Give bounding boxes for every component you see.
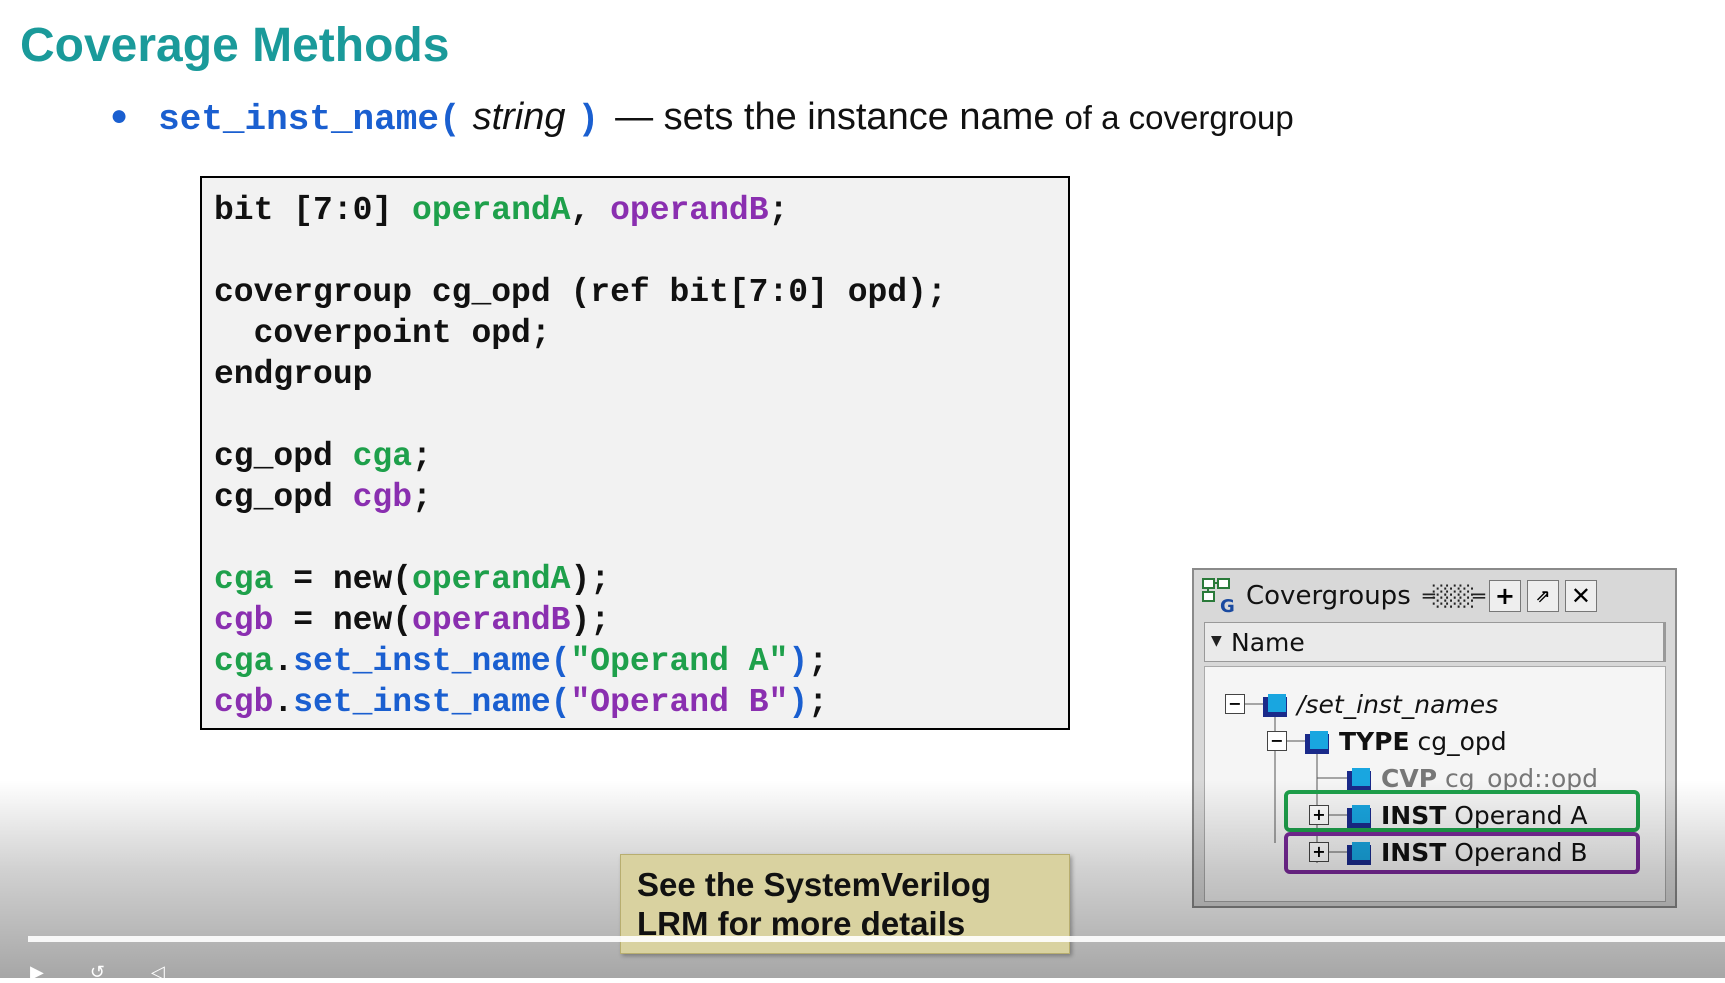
code-line: cg_opd cga;	[214, 436, 1056, 477]
add-button[interactable]: +	[1488, 580, 1521, 612]
code-line: covergroup cg_opd (ref bit[7:0] opd);	[214, 274, 947, 311]
tree-row-root[interactable]: − /set_inst_names	[1225, 687, 1498, 721]
svg-text:G: G	[1220, 596, 1235, 614]
code-token: cga	[352, 438, 413, 475]
tree-label: /set_inst_names	[1297, 689, 1499, 719]
highlight-operand-b	[1284, 832, 1640, 874]
collapse-icon[interactable]: −	[1267, 731, 1287, 751]
code-token: cga	[214, 561, 274, 598]
code-line: cg_opd cgb;	[214, 477, 1056, 518]
code-token: operandA	[412, 561, 571, 598]
code-token: cg_opd	[214, 479, 353, 516]
code-line: cgb = new(operandB);	[214, 600, 1056, 641]
code-line: cga.set_inst_name("Operand A");	[214, 641, 1056, 682]
close-button[interactable]: ✕	[1564, 580, 1597, 612]
slide-title: Coverage Methods	[20, 19, 450, 72]
code-token: .	[273, 643, 294, 680]
code-line: coverpoint opd;	[214, 315, 551, 352]
sort-arrow-icon[interactable]: ▼	[1211, 633, 1229, 651]
video-progress-bar[interactable]	[28, 936, 1725, 942]
covergroups-icon: G	[1202, 578, 1240, 617]
method-arg: string	[472, 96, 566, 138]
column-header-name[interactable]: ▼ Name	[1204, 622, 1666, 662]
code-token: set_inst_name(	[293, 684, 571, 721]
method-bullet: ● set_inst_name( string ) — sets the ins…	[110, 96, 1294, 146]
column-label: Name	[1231, 627, 1305, 657]
code-token: );	[570, 602, 611, 639]
code-token: cg_opd	[214, 438, 353, 475]
code-token: cga	[214, 643, 274, 680]
code-token: "Operand A"	[570, 643, 789, 680]
collapse-icon[interactable]: −	[1225, 694, 1245, 714]
code-token: operandB	[610, 192, 769, 229]
method-name: set_inst_name(	[158, 99, 461, 140]
code-line: cgb.set_inst_name("Operand B");	[214, 682, 1056, 723]
replay-icon[interactable]: ↺	[90, 962, 105, 983]
code-token: .	[273, 684, 294, 721]
code-token: )	[788, 643, 809, 680]
panel-title: Covergroups	[1246, 581, 1411, 611]
code-token: operandA	[412, 192, 571, 229]
code-token: ;	[768, 192, 789, 229]
code-token: cgb	[352, 479, 413, 516]
method-description-tail: of a covergroup	[1064, 99, 1294, 136]
volume-icon[interactable]: ◁	[151, 962, 165, 983]
code-token: ;	[412, 438, 432, 475]
highlight-operand-a	[1284, 790, 1640, 832]
covergroup-node-icon	[1305, 728, 1331, 754]
play-icon[interactable]: ▶	[30, 962, 44, 983]
code-token: ;	[808, 643, 828, 680]
method-close-paren: )	[577, 99, 600, 140]
code-token: );	[570, 561, 611, 598]
code-line: endgroup	[214, 356, 373, 393]
code-token: "Operand B"	[570, 684, 789, 721]
tree-label: TYPE cg_opd	[1339, 726, 1507, 756]
code-token: cgb	[214, 602, 274, 639]
code-token: bit [7:0]	[214, 192, 413, 229]
code-token: )	[788, 684, 809, 721]
drag-grip-icon[interactable]: ═░░░═	[1423, 584, 1485, 608]
tree-row-type[interactable]: − TYPE cg_opd	[1267, 724, 1507, 758]
code-token: cgb	[214, 684, 274, 721]
code-token: ;	[412, 479, 432, 516]
tree-label: CVP cg_opd::opd	[1381, 763, 1599, 793]
coverpoint-node-icon	[1347, 765, 1373, 791]
code-token: = new(	[273, 561, 413, 598]
panel-header: G Covergroups ═░░░═ + ⇗ ✕	[1198, 574, 1671, 618]
code-token: ,	[570, 192, 611, 229]
code-token: set_inst_name(	[293, 643, 571, 680]
undock-button[interactable]: ⇗	[1526, 580, 1559, 612]
note-line-1: See the SystemVerilog	[637, 866, 991, 903]
code-line: cga = new(operandA);	[214, 559, 1056, 600]
code-token: = new(	[273, 602, 413, 639]
code-line: bit [7:0] operandA, operandB;	[214, 190, 1056, 231]
bullet-dot-icon: ●	[110, 99, 129, 132]
video-controls: ▶ ↺ ◁	[30, 962, 165, 983]
code-token: ;	[808, 684, 828, 721]
method-description: — sets the instance name	[615, 96, 1055, 138]
covergroup-node-icon	[1263, 691, 1289, 717]
code-token: operandB	[412, 602, 571, 639]
code-listing: bit [7:0] operandA, operandB; covergroup …	[200, 176, 1070, 730]
